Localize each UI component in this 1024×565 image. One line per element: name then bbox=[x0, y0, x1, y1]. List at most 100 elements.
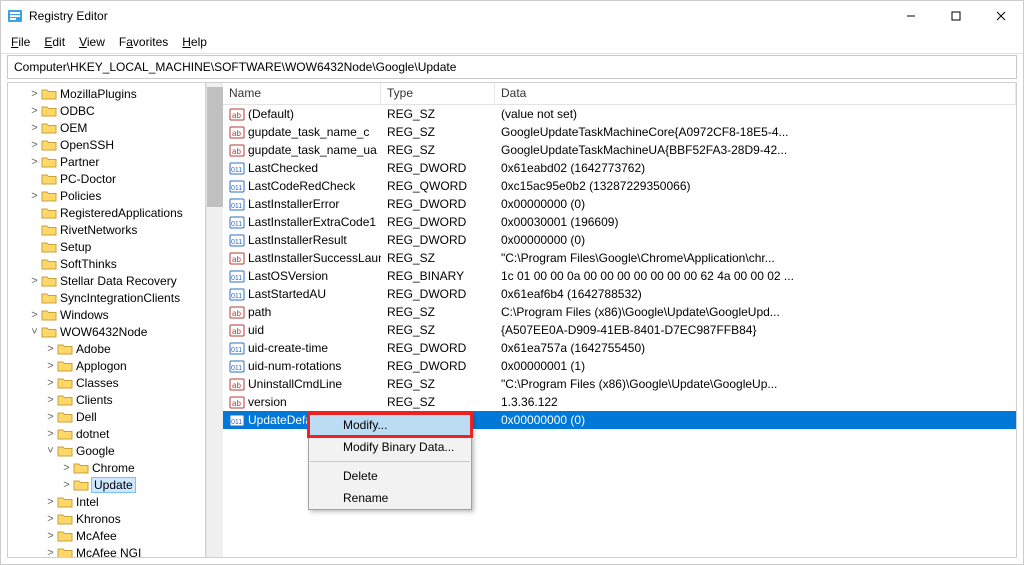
tree-item-intel[interactable]: ˃Intel bbox=[8, 493, 205, 510]
value-name: LastOSVersion bbox=[248, 269, 328, 283]
close-button[interactable] bbox=[978, 1, 1023, 31]
value-row[interactable]: 011uid-num-rotationsREG_DWORD0x00000001 … bbox=[223, 357, 1016, 375]
window-title: Registry Editor bbox=[29, 9, 888, 23]
tree-item-stellar-data-recovery[interactable]: ˃Stellar Data Recovery bbox=[8, 272, 205, 289]
expander-icon[interactable]: ˃ bbox=[44, 394, 57, 406]
expander-icon[interactable]: ˃ bbox=[28, 156, 41, 168]
tree-item-khronos[interactable]: ˃Khronos bbox=[8, 510, 205, 527]
expander-icon[interactable]: ˃ bbox=[44, 377, 57, 389]
value-type: REG_SZ bbox=[381, 323, 495, 337]
value-row[interactable]: abLastInstallerSuccessLaunc...REG_SZ"C:\… bbox=[223, 249, 1016, 267]
expander-icon[interactable]: ˃ bbox=[28, 190, 41, 202]
expander-icon[interactable]: ˃ bbox=[44, 428, 57, 440]
value-row[interactable]: abuidREG_SZ{A507EE0A-D909-41EB-8401-D7EC… bbox=[223, 321, 1016, 339]
ctx-delete[interactable]: Delete bbox=[309, 465, 471, 487]
expander-icon[interactable]: ˃ bbox=[44, 513, 57, 525]
tree-item-chrome[interactable]: ˃Chrome bbox=[8, 459, 205, 476]
tree-item-openssh[interactable]: ˃OpenSSH bbox=[8, 136, 205, 153]
expander-icon[interactable]: ˃ bbox=[28, 88, 41, 100]
svg-text:ab: ab bbox=[232, 129, 241, 138]
expander-icon[interactable]: ˃ bbox=[28, 105, 41, 117]
value-data: 1c 01 00 00 0a 00 00 00 00 00 00 00 62 4… bbox=[495, 269, 1016, 283]
menu-favorites[interactable]: Favorites bbox=[113, 33, 174, 51]
tree-panel[interactable]: ˃MozillaPlugins˃ODBC˃OEM˃OpenSSH˃Partner… bbox=[8, 83, 206, 557]
binary-value-icon: 011 bbox=[229, 286, 245, 302]
value-row[interactable]: abpathREG_SZC:\Program Files (x86)\Googl… bbox=[223, 303, 1016, 321]
ctx-rename[interactable]: Rename bbox=[309, 487, 471, 509]
tree-item-rivetnetworks[interactable]: RivetNetworks bbox=[8, 221, 205, 238]
expander-icon[interactable]: ˃ bbox=[28, 309, 41, 321]
expander-icon[interactable]: ˃ bbox=[44, 496, 57, 508]
tree-item-softthinks[interactable]: SoftThinks bbox=[8, 255, 205, 272]
value-row[interactable]: 011LastCodeRedCheckREG_QWORD0xc15ac95e0b… bbox=[223, 177, 1016, 195]
menu-edit[interactable]: Edit bbox=[38, 33, 71, 51]
ctx-modify-binary-data[interactable]: Modify Binary Data... bbox=[309, 436, 471, 458]
binary-value-icon: 011 bbox=[229, 214, 245, 230]
value-row[interactable]: 011LastInstallerErrorREG_DWORD0x00000000… bbox=[223, 195, 1016, 213]
tree-item-odbc[interactable]: ˃ODBC bbox=[8, 102, 205, 119]
value-row[interactable]: 011LastCheckedREG_DWORD0x61eabd02 (16427… bbox=[223, 159, 1016, 177]
tree-item-windows[interactable]: ˃Windows bbox=[8, 306, 205, 323]
tree-item-registeredapplications[interactable]: RegisteredApplications bbox=[8, 204, 205, 221]
value-name: uid bbox=[248, 323, 264, 337]
expander-icon[interactable]: ˃ bbox=[28, 139, 41, 151]
expander-icon[interactable]: ˃ bbox=[60, 479, 73, 491]
tree-item-applogon[interactable]: ˃Applogon bbox=[8, 357, 205, 374]
tree-item-setup[interactable]: Setup bbox=[8, 238, 205, 255]
value-row[interactable]: 011LastInstallerExtraCode1REG_DWORD0x000… bbox=[223, 213, 1016, 231]
expander-icon[interactable]: ˃ bbox=[28, 275, 41, 287]
tree-item-mcafee[interactable]: ˃McAfee bbox=[8, 527, 205, 544]
svg-text:011: 011 bbox=[231, 203, 242, 210]
expander-icon[interactable]: ˃ bbox=[44, 547, 57, 558]
tree-item-mcafee-ngi[interactable]: ˃McAfee NGI bbox=[8, 544, 205, 557]
minimize-button[interactable] bbox=[888, 1, 933, 31]
header-name[interactable]: Name bbox=[223, 83, 381, 104]
value-row[interactable]: abgupdate_task_name_cREG_SZGoogleUpdateT… bbox=[223, 123, 1016, 141]
expander-icon[interactable]: ˃ bbox=[44, 411, 57, 423]
menu-view[interactable]: View bbox=[73, 33, 111, 51]
tree-item-google[interactable]: ˅Google bbox=[8, 442, 205, 459]
value-row[interactable]: abgupdate_task_name_uaREG_SZGoogleUpdate… bbox=[223, 141, 1016, 159]
expander-icon[interactable]: ˅ bbox=[44, 445, 57, 457]
tree-item-dotnet[interactable]: ˃dotnet bbox=[8, 425, 205, 442]
value-row[interactable]: abUninstallCmdLineREG_SZ"C:\Program File… bbox=[223, 375, 1016, 393]
tree-item-adobe[interactable]: ˃Adobe bbox=[8, 340, 205, 357]
expander-icon[interactable]: ˃ bbox=[44, 530, 57, 542]
value-name: LastInstallerResult bbox=[248, 233, 347, 247]
tree-vscroll[interactable] bbox=[206, 83, 223, 557]
tree-item-syncintegrationclients[interactable]: SyncIntegrationClients bbox=[8, 289, 205, 306]
value-name: uid-num-rotations bbox=[248, 359, 341, 373]
tree-item-update[interactable]: ˃Update bbox=[8, 476, 205, 493]
header-type[interactable]: Type bbox=[381, 83, 495, 104]
menu-help[interactable]: Help bbox=[176, 33, 213, 51]
value-row[interactable]: 011LastStartedAUREG_DWORD0x61eaf6b4 (164… bbox=[223, 285, 1016, 303]
expander-icon[interactable]: ˃ bbox=[60, 462, 73, 474]
header-data[interactable]: Data bbox=[495, 83, 1016, 104]
value-row[interactable]: 011LastOSVersionREG_BINARY1c 01 00 00 0a… bbox=[223, 267, 1016, 285]
tree-item-mozillaplugins[interactable]: ˃MozillaPlugins bbox=[8, 85, 205, 102]
value-row[interactable]: 011uid-create-timeREG_DWORD0x61ea757a (1… bbox=[223, 339, 1016, 357]
tree-item-classes[interactable]: ˃Classes bbox=[8, 374, 205, 391]
tree-item-pc-doctor[interactable]: PC-Doctor bbox=[8, 170, 205, 187]
expander-icon[interactable]: ˅ bbox=[28, 326, 41, 338]
tree-item-clients[interactable]: ˃Clients bbox=[8, 391, 205, 408]
folder-icon bbox=[41, 189, 57, 203]
expander-icon[interactable]: ˃ bbox=[44, 343, 57, 355]
expander-icon[interactable]: ˃ bbox=[44, 360, 57, 372]
expander-icon[interactable]: ˃ bbox=[28, 122, 41, 134]
list-headers[interactable]: Name Type Data bbox=[223, 83, 1016, 105]
tree-item-oem[interactable]: ˃OEM bbox=[8, 119, 205, 136]
tree-item-dell[interactable]: ˃Dell bbox=[8, 408, 205, 425]
value-name: UninstallCmdLine bbox=[248, 377, 342, 391]
ctx-modify[interactable]: Modify... bbox=[309, 414, 471, 436]
tree-item-wow6432node[interactable]: ˅WOW6432Node bbox=[8, 323, 205, 340]
menu-file[interactable]: File bbox=[5, 33, 36, 51]
tree-item-policies[interactable]: ˃Policies bbox=[8, 187, 205, 204]
tree-item-partner[interactable]: ˃Partner bbox=[8, 153, 205, 170]
value-row[interactable]: abversionREG_SZ1.3.36.122 bbox=[223, 393, 1016, 411]
address-bar[interactable]: Computer\HKEY_LOCAL_MACHINE\SOFTWARE\WOW… bbox=[7, 55, 1017, 79]
value-row[interactable]: ab(Default)REG_SZ(value not set) bbox=[223, 105, 1016, 123]
maximize-button[interactable] bbox=[933, 1, 978, 31]
value-data: GoogleUpdateTaskMachineUA{BBF52FA3-28D9-… bbox=[495, 143, 1016, 157]
value-row[interactable]: 011LastInstallerResultREG_DWORD0x0000000… bbox=[223, 231, 1016, 249]
